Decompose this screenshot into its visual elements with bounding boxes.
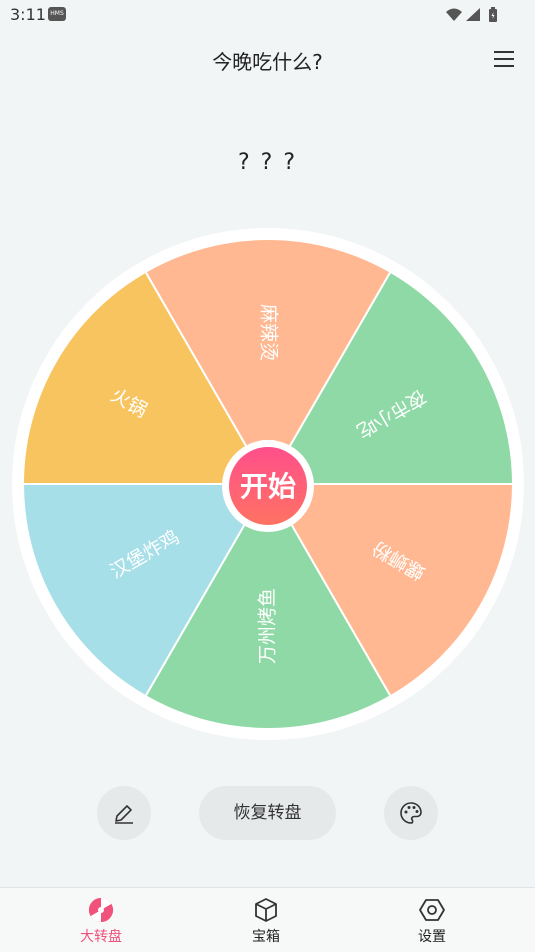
menu-button[interactable] [491,46,517,72]
wheel-icon [88,898,114,922]
status-time: 3:11 [10,5,46,24]
nav-item-box[interactable]: 宝箱 [211,888,321,952]
hms-badge: HMS [48,7,66,21]
palette-button[interactable] [384,786,438,840]
wifi-icon [446,8,462,21]
status-icons [445,6,505,28]
nav-label-wheel: 大转盘 [80,929,122,945]
nav-item-settings[interactable]: 设置 [377,888,487,952]
settings-icon [419,899,445,921]
page-title: 今晚吃什么? [212,50,323,74]
nav-item-wheel[interactable]: 大转盘 [46,888,156,952]
result-text: ? ? ? [237,150,298,175]
nav-label-settings: 设置 [418,929,446,945]
battery-icon [489,7,497,22]
wheel-segment-label: 麻辣烫 [258,304,280,361]
box-icon [255,898,277,922]
pencil-icon [115,805,133,824]
edit-button[interactable] [97,786,151,840]
start-button[interactable]: 开始 [222,428,314,532]
signal-icon [466,8,480,21]
nav-label-box: 宝箱 [252,929,280,945]
palette-icon [400,802,422,824]
start-label: 开始 [240,470,296,503]
menu-icon [494,51,514,67]
restore-button[interactable]: 恢复转盘 [199,786,336,840]
bottom-nav: 大转盘 宝箱 设置 [0,887,535,952]
wheel-segment-label: 万州烤鱼 [257,588,279,664]
app-bar: 今晚吃什么? [0,40,535,80]
status-bar: 3:11 HMS [0,0,535,30]
